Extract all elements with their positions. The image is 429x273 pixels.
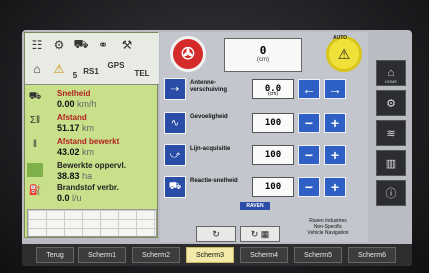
setting-value-field[interactable]: 100	[252, 145, 294, 165]
home-button[interactable]: ⌂ HOME	[376, 60, 406, 86]
auto-steer-warning-icon: ⚠	[337, 45, 351, 62]
steering-wheel-icon: ✇	[181, 46, 195, 63]
area-icon	[27, 163, 43, 177]
terminal-screen: ☷ ⚙ ⛟ ⚭ ⚒ ⌂ ⚠ 5 RS1 GPS TEL ⛟ Snelheid 0…	[22, 30, 412, 266]
tractor-icon[interactable]: ⛟	[71, 35, 91, 55]
setting-label: Reactie-snelheid	[190, 178, 238, 184]
antenna-shift-icon: ⇢	[164, 78, 186, 100]
raven-logo: RAVEN	[240, 202, 270, 210]
gear-icon[interactable]: ⚙	[49, 35, 69, 55]
increase-button[interactable]: →	[324, 79, 346, 99]
offset-display: 0 (cm)	[224, 38, 302, 72]
decrease-button[interactable]: −	[298, 145, 320, 165]
right-sidebar: ⌂ HOME ⚙ ≋ ▥ ⓘ	[370, 32, 410, 242]
stat-label: Bewerkte oppervl.	[57, 161, 126, 170]
setting-label: Gevoeligheid	[190, 114, 228, 120]
decrease-button[interactable]: ←	[298, 79, 320, 99]
info-icon: ⓘ	[385, 188, 397, 200]
diagnostics-button[interactable]: ≋	[376, 120, 406, 146]
gps-label[interactable]: GPS	[103, 55, 129, 75]
setting-label: Lijn-acquisitie	[190, 146, 231, 152]
steering-config-button[interactable]: ⚙	[376, 90, 406, 116]
tab-scherm3[interactable]: Scherm3	[186, 247, 234, 263]
stat-value: 43.02 km	[57, 147, 95, 157]
tab-scherm6[interactable]: Scherm6	[348, 247, 396, 263]
stat-value: 51.17 km	[57, 123, 95, 133]
bar-chart-icon: ▥	[385, 157, 397, 170]
stat-value: 38.83 ha	[57, 171, 93, 181]
tab-back[interactable]: Terug	[36, 247, 74, 263]
auto-steer-button[interactable]: AUTO ⚠	[326, 35, 362, 72]
tab-scherm5[interactable]: Scherm5	[294, 247, 342, 263]
tab-scherm4[interactable]: Scherm4	[240, 247, 288, 263]
tractor-icon: ⛟	[28, 91, 42, 102]
setting-row-reaction-speed: ⛟ Reactie-snelheid 100 − +	[164, 174, 364, 202]
tool-icon[interactable]: ⚒	[117, 35, 137, 55]
increase-button[interactable]: +	[324, 177, 346, 197]
stat-value: 0.00 km/h	[57, 99, 97, 109]
setting-row-line-acquisition: ⤻ Lijn-acquisitie 100 − +	[164, 142, 364, 170]
distance-worked-icon: ‖	[32, 139, 38, 150]
setting-row-sensitivity: ∿ Gevoeligheid 100 − +	[164, 110, 364, 138]
distance-icon: Σ‖	[29, 115, 41, 126]
stat-label: Afstand	[57, 113, 87, 122]
refresh-button[interactable]: ↻	[196, 226, 236, 242]
line-acquisition-icon: ⤻	[164, 144, 186, 166]
refresh-keypad-icon: ↻ ▦	[250, 228, 270, 239]
decrease-button[interactable]: −	[298, 113, 320, 133]
setting-value-field[interactable]: 100	[252, 113, 294, 133]
tel-label[interactable]: TEL	[129, 63, 155, 83]
home-icon: ⌂	[387, 67, 395, 79]
setting-row-antenna: ⇢ Antenne-verschuiving 0.0 (cm) ← →	[164, 76, 364, 104]
link-icon[interactable]: ⚭	[93, 35, 113, 55]
increase-button[interactable]: +	[324, 145, 346, 165]
refresh-keypad-button[interactable]: ↻ ▦	[240, 226, 280, 242]
increase-button[interactable]: +	[324, 113, 346, 133]
decrease-button[interactable]: −	[298, 177, 320, 197]
steering-settings-panel: ✇ 0 (cm) AUTO ⚠ ⇢ Antenne-verschuiving 0…	[160, 32, 368, 242]
status-icon-bar: ☷ ⚙ ⛟ ⚭ ⚒ ⌂ ⚠ 5 RS1 GPS TEL	[25, 33, 159, 85]
screen-tab-bar: Terug Scherm1 Scherm2 Scherm3 Scherm4 Sc…	[22, 244, 412, 266]
chart-button[interactable]: ▥	[376, 150, 406, 176]
offset-value: 0	[259, 44, 267, 57]
stat-value: 0.0 l/u	[57, 193, 82, 203]
tab-scherm1[interactable]: Scherm1	[78, 247, 126, 263]
rsi-label[interactable]: RS1	[81, 61, 101, 81]
steering-config-icon: ⚙	[386, 97, 396, 110]
home-field-icon[interactable]: ⌂	[27, 59, 47, 79]
reaction-speed-icon: ⛟	[164, 176, 186, 198]
tab-scherm2[interactable]: Scherm2	[132, 247, 180, 263]
setting-label: Antenne-verschuiving	[190, 80, 228, 93]
fuel-icon: ⛽	[28, 185, 42, 196]
credits-text: Raven Industries Non-Specific Vehicle Na…	[307, 218, 349, 236]
setting-value-field[interactable]: 0.0 (cm)	[252, 79, 294, 99]
refresh-icon: ↻	[212, 228, 220, 239]
status-panel: ☷ ⚙ ⛟ ⚭ ⚒ ⌂ ⚠ 5 RS1 GPS TEL ⛟ Snelheid 0…	[24, 32, 159, 238]
menu-icon[interactable]: ☷	[27, 35, 47, 55]
auto-badge: AUTO	[333, 35, 348, 41]
info-button[interactable]: ⓘ	[376, 180, 406, 206]
stat-label: Snelheid	[57, 89, 91, 98]
steering-wheel-button[interactable]: ✇	[170, 36, 206, 72]
empty-grid-area	[27, 209, 157, 237]
sensitivity-icon: ∿	[164, 112, 186, 134]
offset-unit: (cm)	[257, 57, 269, 63]
setting-value-field[interactable]: 100	[252, 177, 294, 197]
diagnostics-icon: ≋	[386, 127, 396, 140]
stat-label: Brandstof verbr.	[57, 183, 119, 192]
stat-label: Afstand bewerkt	[57, 137, 120, 146]
